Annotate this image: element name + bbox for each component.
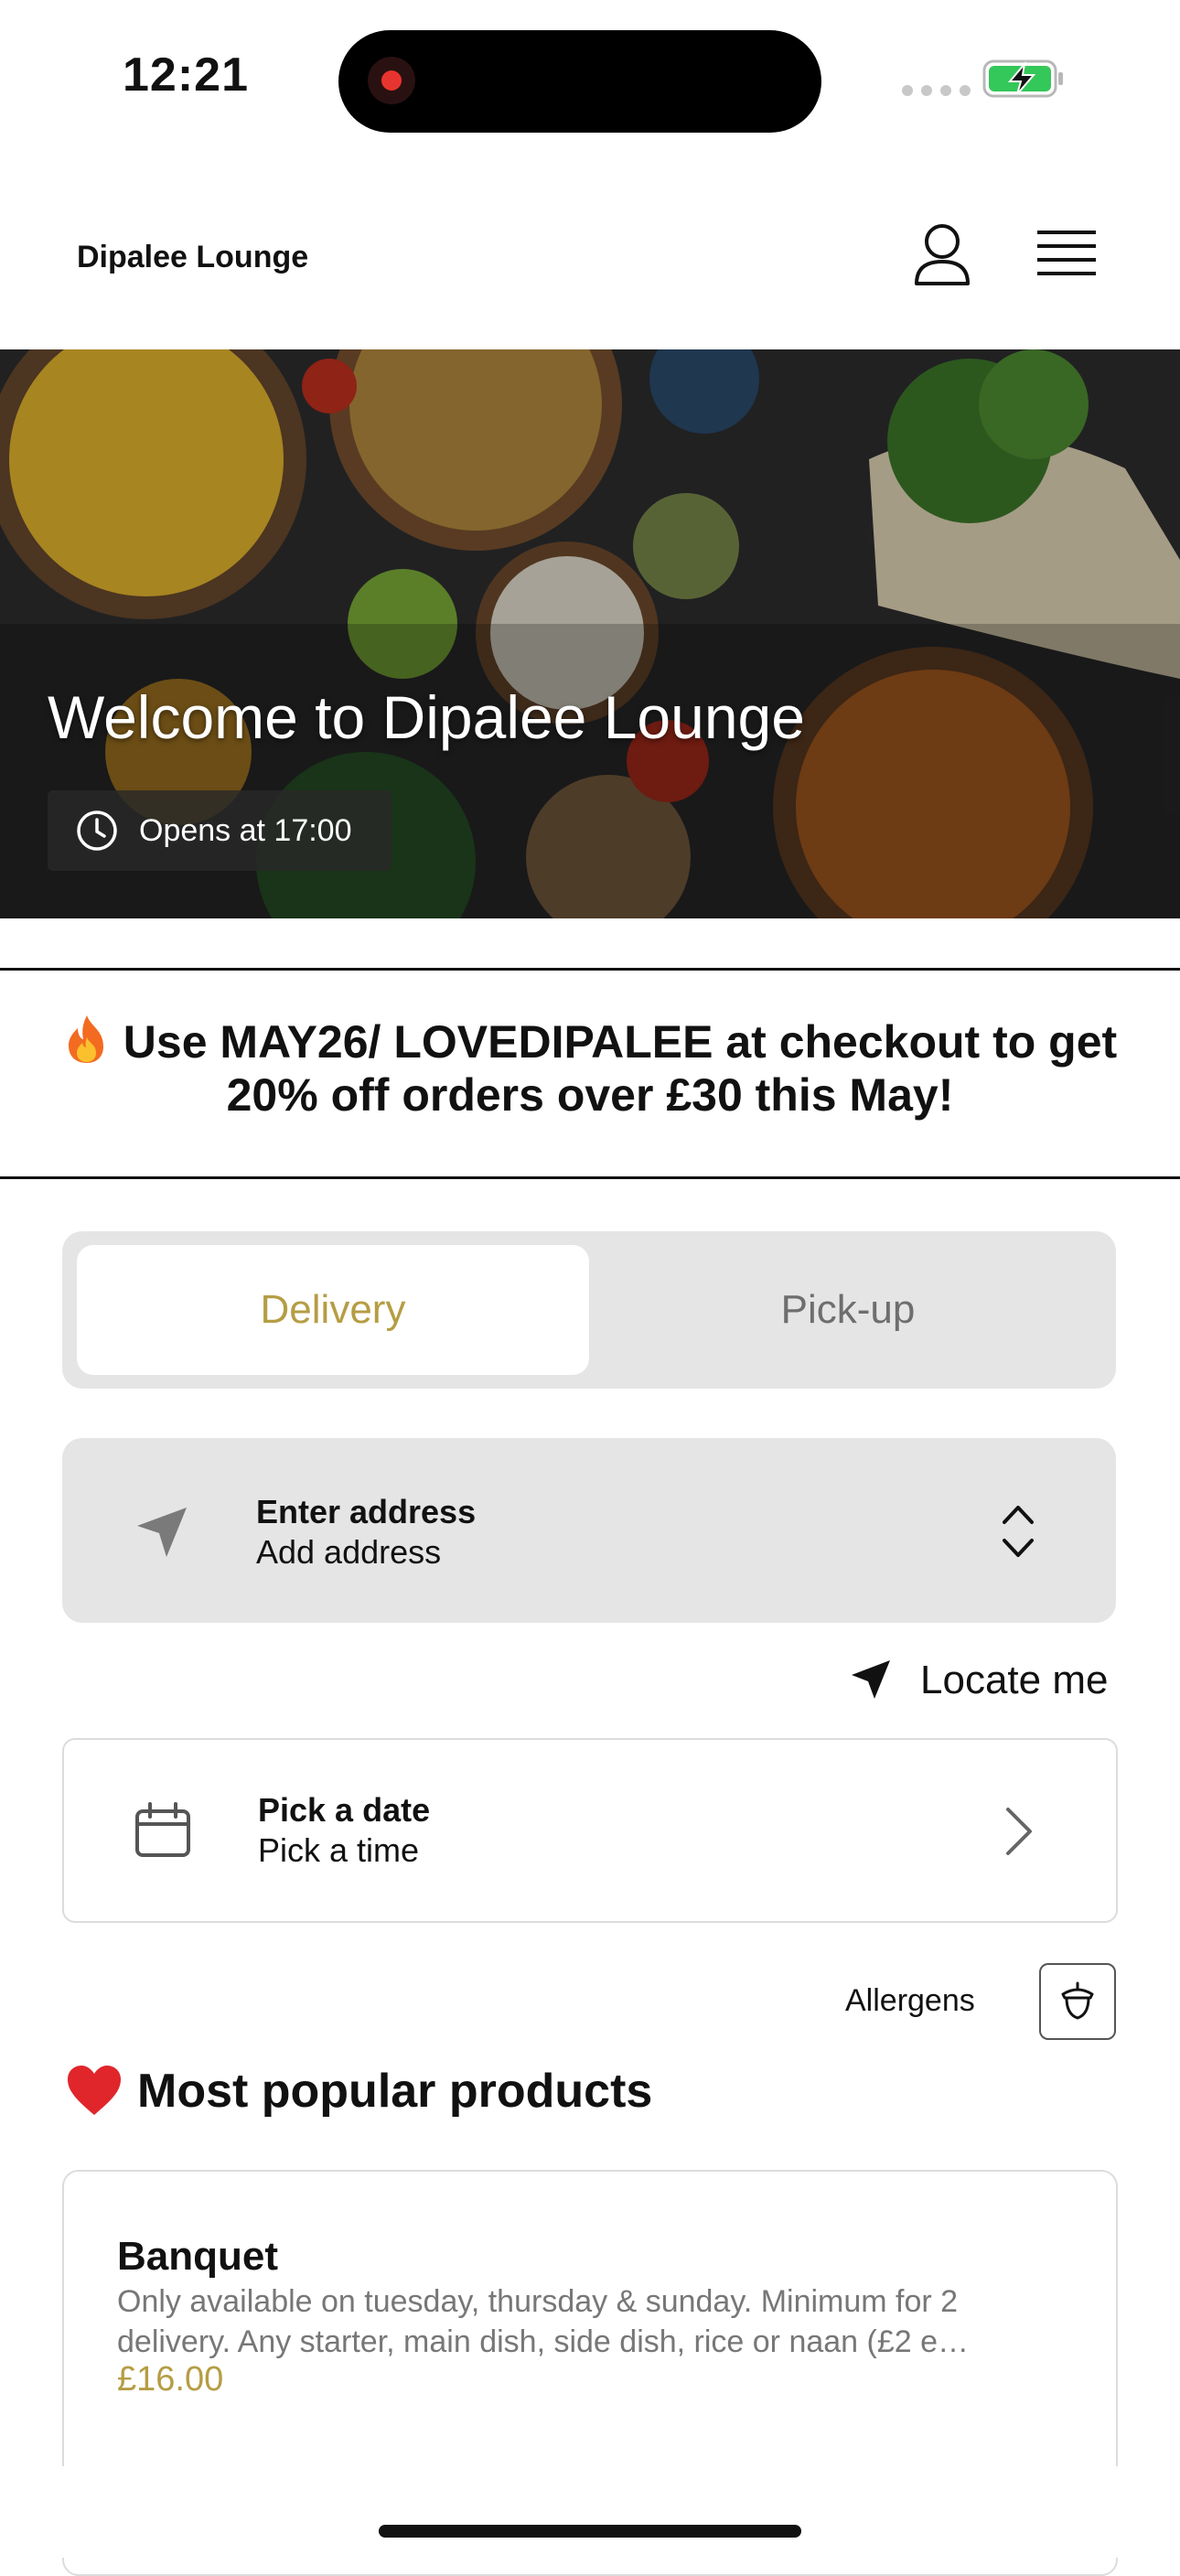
opening-time-text: Opens at 17:00 <box>139 812 352 848</box>
location-arrow-icon[interactable] <box>849 1658 893 1701</box>
time-subtitle: Pick a time <box>258 1831 420 1869</box>
date-time-picker[interactable] <box>62 1738 1118 1923</box>
location-arrow-icon <box>137 1508 187 1557</box>
home-indicator[interactable] <box>379 2525 801 2538</box>
product-price: £16.00 <box>117 2360 224 2399</box>
divider <box>0 968 1180 971</box>
signal-dots-icon <box>902 85 971 96</box>
bottom-safe-area <box>0 2466 1180 2558</box>
status-time: 12:21 <box>123 48 249 102</box>
restaurant-name[interactable]: Dipalee Lounge <box>77 240 308 275</box>
tab-delivery[interactable]: Delivery <box>77 1245 589 1375</box>
battery-charging-icon <box>982 59 1063 98</box>
product-name: Banquet <box>117 2234 278 2279</box>
chevron-up-down-icon <box>1003 1506 1034 1557</box>
fire-emoji-icon <box>68 1015 103 1063</box>
hamburger-menu-icon[interactable] <box>1037 229 1096 282</box>
date-title: Pick a date <box>258 1791 431 1829</box>
section-title: Most popular products <box>137 2065 653 2118</box>
clock-icon <box>77 810 117 851</box>
heart-emoji-icon <box>68 2066 121 2115</box>
address-selector[interactable] <box>62 1438 1116 1623</box>
record-icon <box>368 57 415 104</box>
allergens-label: Allergens <box>845 1983 975 2018</box>
acorn-allergen-icon <box>1061 1981 1094 2020</box>
promo-banner: Use MAY26/ LOVEDIPALEE at checkout to ge… <box>37 1014 1143 1122</box>
opening-time-badge: Opens at 17:00 <box>48 790 392 871</box>
address-subtitle: Add address <box>256 1533 442 1571</box>
tab-pickup[interactable]: Pick-up <box>595 1245 1101 1375</box>
user-icon[interactable] <box>911 221 973 287</box>
hero-title: Welcome to Dipalee Lounge <box>48 683 805 751</box>
locate-me-button[interactable]: Locate me <box>920 1658 1108 1703</box>
calendar-icon <box>135 1802 190 1857</box>
address-title: Enter address <box>256 1493 477 1530</box>
allergens-button[interactable] <box>1039 1963 1116 2040</box>
chevron-right-icon <box>1006 1808 1032 1855</box>
promo-text: Use MAY26/ LOVEDIPALEE at checkout to ge… <box>123 1016 1118 1121</box>
divider <box>0 1176 1180 1179</box>
product-description: Only available on tuesday, thursday & su… <box>117 2284 970 2359</box>
